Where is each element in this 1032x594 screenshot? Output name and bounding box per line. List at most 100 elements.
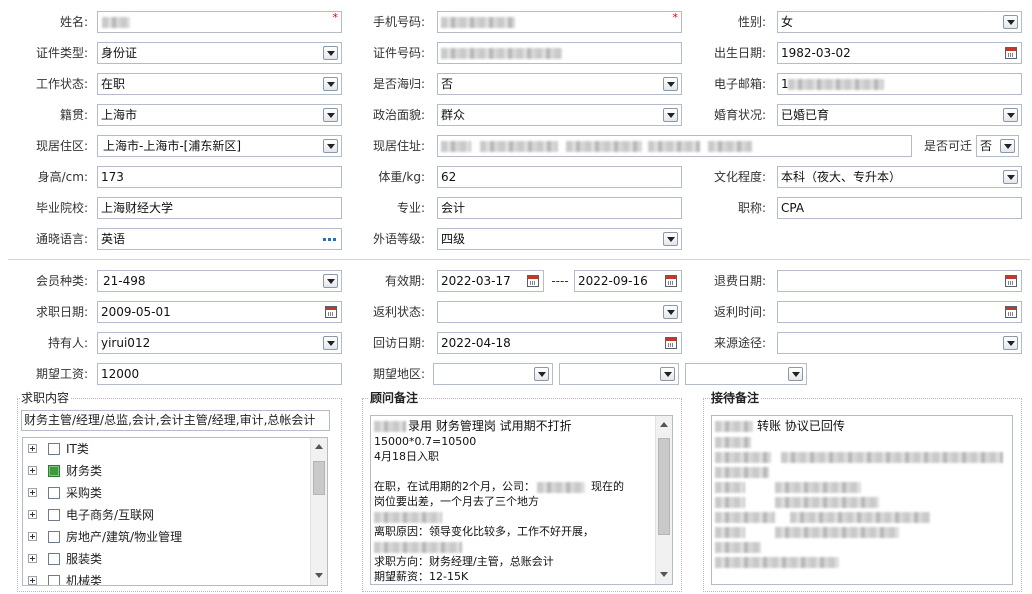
notes-scrollbar[interactable]: [655, 416, 672, 584]
member-type-select[interactable]: 21-498: [97, 270, 342, 292]
chevron-down-icon[interactable]: [534, 367, 549, 381]
follow-up-date-input[interactable]: 2022-04-18: [437, 332, 682, 354]
chevron-down-icon[interactable]: [663, 305, 678, 319]
languages-input[interactable]: 英语: [97, 228, 342, 250]
returnee-select[interactable]: 否: [437, 73, 682, 95]
gender-select[interactable]: 女: [777, 11, 1022, 33]
birth-date-input[interactable]: 1982-03-02: [777, 42, 1022, 64]
category-checkbox[interactable]: [48, 531, 60, 543]
tree-item[interactable]: 采购类: [23, 482, 309, 504]
category-checkbox[interactable]: [48, 509, 60, 521]
plus-box-icon[interactable]: [28, 554, 37, 563]
tree-item[interactable]: 房地产/建筑/物业管理: [23, 526, 309, 548]
calendar-icon[interactable]: [665, 275, 677, 287]
holder-select[interactable]: yirui012: [97, 332, 342, 354]
chevron-down-icon[interactable]: [1003, 170, 1018, 184]
scrollbar-thumb[interactable]: [313, 461, 325, 495]
chevron-down-icon[interactable]: [323, 274, 338, 288]
native-place-select[interactable]: 上海市: [97, 104, 342, 126]
foreign-language-level-select[interactable]: 四级: [437, 228, 682, 250]
ellipsis-icon[interactable]: [322, 234, 338, 244]
chevron-down-icon[interactable]: [663, 108, 678, 122]
category-checkbox[interactable]: [48, 465, 60, 477]
expected-region-district-select[interactable]: [685, 363, 807, 385]
plus-box-icon[interactable]: [28, 488, 37, 497]
chevron-down-icon[interactable]: [663, 232, 678, 246]
marital-status-select[interactable]: 已婚已育: [777, 104, 1022, 126]
arrow-up-icon[interactable]: [657, 418, 671, 432]
category-checkbox[interactable]: [48, 575, 60, 585]
major-input[interactable]: 会计: [437, 197, 682, 219]
reception-notes-textarea[interactable]: 转账 协议已回传: [711, 415, 1013, 585]
expected-region-city-select[interactable]: [559, 363, 679, 385]
consultant-notes-textarea[interactable]: 录用 财务管理岗 试用期不打折 15000*0.7=10500 4月18日入职 …: [370, 415, 673, 585]
job-content-summary-field[interactable]: 财务主管/经理/总监,会计,会计主管/经理,审计,总帐会计: [21, 410, 330, 431]
scrollbar-thumb[interactable]: [658, 438, 670, 535]
chevron-down-icon[interactable]: [1003, 336, 1018, 350]
arrow-down-icon[interactable]: [312, 569, 326, 583]
chevron-down-icon[interactable]: [323, 77, 338, 91]
category-checkbox[interactable]: [48, 487, 60, 499]
plus-box-icon[interactable]: [28, 532, 37, 541]
consultant-notes-title: 顾问备注: [369, 391, 420, 405]
work-status-select[interactable]: 在职: [97, 73, 342, 95]
tree-item[interactable]: 机械类: [23, 570, 309, 585]
chevron-down-icon[interactable]: [323, 336, 338, 350]
political-status-select[interactable]: 群众: [437, 104, 682, 126]
calendar-icon[interactable]: [665, 337, 677, 349]
chevron-down-icon[interactable]: [788, 367, 803, 381]
weight-input[interactable]: 62: [437, 166, 682, 188]
arrow-down-icon[interactable]: [657, 568, 671, 582]
chevron-down-icon[interactable]: [323, 139, 338, 153]
calendar-icon[interactable]: [325, 306, 337, 318]
job-search-date-input[interactable]: 2009-05-01: [97, 301, 342, 323]
expected-region-province-select[interactable]: [433, 363, 553, 385]
name-input[interactable]: *: [97, 11, 342, 33]
plus-box-icon[interactable]: [28, 466, 37, 475]
note-text: 现在的: [591, 480, 624, 493]
tree-item[interactable]: 电子商务/互联网: [23, 504, 309, 526]
chevron-down-icon[interactable]: [323, 108, 338, 122]
rebate-status-select[interactable]: [437, 301, 682, 323]
tree-item[interactable]: 服装类: [23, 548, 309, 570]
residence-district-select[interactable]: 上海市-上海市-[浦东新区]: [97, 135, 342, 157]
height-input[interactable]: 173: [97, 166, 342, 188]
mobile-input[interactable]: *: [437, 11, 682, 33]
school-input[interactable]: 上海财经大学: [97, 197, 342, 219]
tree-item[interactable]: IT类: [23, 438, 309, 460]
chevron-down-icon[interactable]: [1003, 108, 1018, 122]
validity-end-input[interactable]: 2022-09-16: [574, 270, 682, 292]
id-number-input[interactable]: [437, 42, 682, 64]
birth-date-label: 出生日期:: [713, 46, 766, 60]
calendar-icon[interactable]: [1005, 47, 1017, 59]
plus-box-icon[interactable]: [28, 576, 37, 585]
expected-salary-input[interactable]: 12000: [97, 363, 342, 385]
professional-title-input[interactable]: CPA: [777, 197, 1022, 219]
education-select[interactable]: 本科（夜大、专升本）: [777, 166, 1022, 188]
chevron-down-icon[interactable]: [1003, 15, 1018, 29]
email-input[interactable]: 1: [777, 73, 1022, 95]
required-mark: *: [332, 11, 339, 24]
plus-box-icon[interactable]: [28, 444, 37, 453]
category-checkbox[interactable]: [48, 553, 60, 565]
chevron-down-icon[interactable]: [660, 367, 675, 381]
refund-date-input[interactable]: [777, 270, 1022, 292]
tree-item[interactable]: 财务类: [23, 460, 309, 482]
calendar-icon[interactable]: [1005, 275, 1017, 287]
job-category-tree[interactable]: IT类 财务类 采购类 电子商务/互联网 房地产/建筑/物业管理 服装类 机械类: [22, 437, 328, 586]
tree-scrollbar[interactable]: [310, 438, 327, 585]
source-select[interactable]: [777, 332, 1022, 354]
validity-start-input[interactable]: 2022-03-17: [437, 270, 544, 292]
arrow-up-icon[interactable]: [312, 440, 326, 454]
relocatable-select[interactable]: 否: [976, 135, 1019, 157]
category-checkbox[interactable]: [48, 443, 60, 455]
chevron-down-icon[interactable]: [323, 46, 338, 60]
calendar-icon[interactable]: [1005, 306, 1017, 318]
id-type-select[interactable]: 身份证: [97, 42, 342, 64]
calendar-icon[interactable]: [527, 275, 539, 287]
rebate-time-input[interactable]: [777, 301, 1022, 323]
plus-box-icon[interactable]: [28, 510, 37, 519]
chevron-down-icon[interactable]: [1000, 139, 1015, 153]
chevron-down-icon[interactable]: [663, 77, 678, 91]
residence-address-input[interactable]: [437, 135, 912, 157]
